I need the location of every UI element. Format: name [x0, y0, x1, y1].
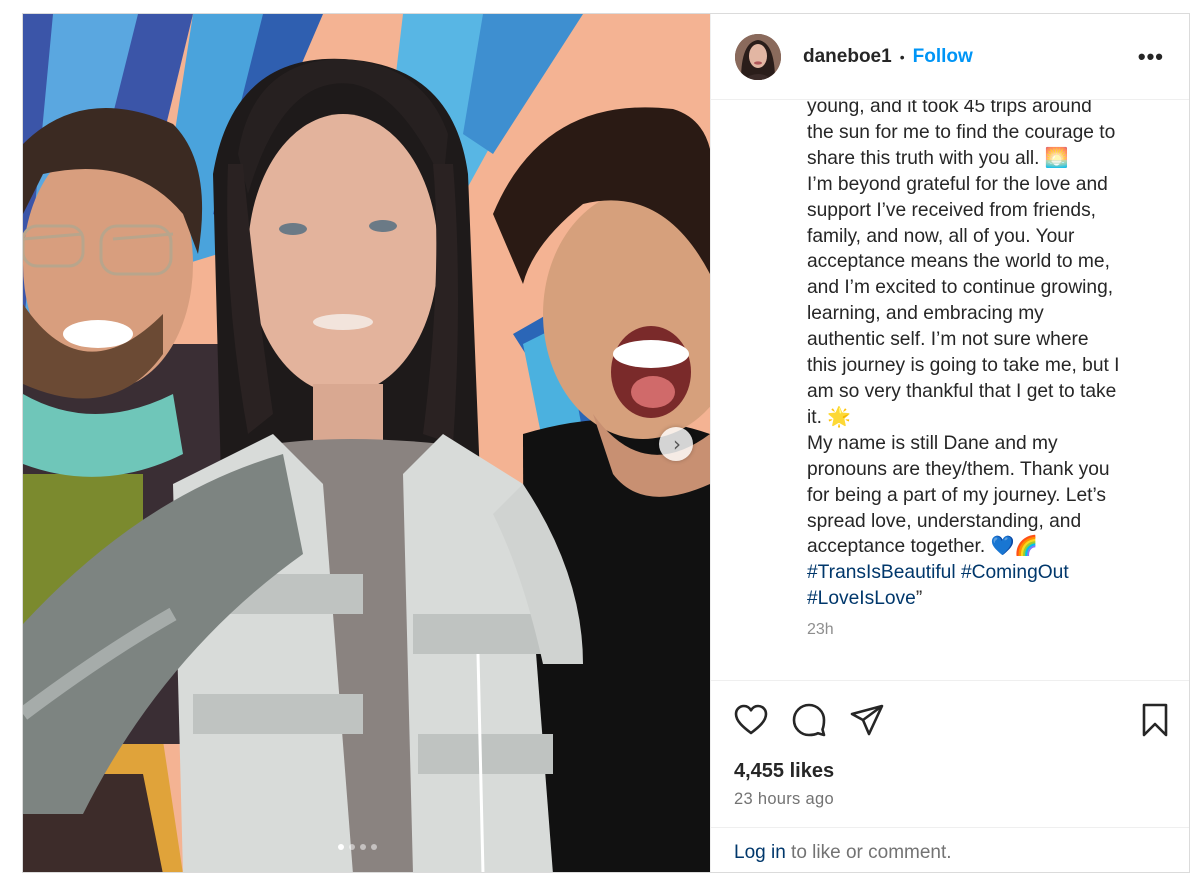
- carousel-dot: [338, 844, 344, 850]
- post-caption: young, and it took 45 trips around the s…: [807, 94, 1177, 612]
- instagram-post: › young, and it took 45 trips around the…: [22, 13, 1190, 873]
- selfie-image: [23, 14, 710, 872]
- save-button[interactable]: [1137, 702, 1173, 738]
- caption-line: pronouns are they/them. Thank you: [807, 458, 1110, 480]
- caption-line: I’m beyond grateful for the love and: [807, 173, 1108, 195]
- login-prompt-text: to like or comment.: [785, 842, 952, 863]
- speech-bubble-icon: [792, 703, 826, 737]
- carousel-dot: [349, 844, 355, 850]
- caption-line: My name is still Dane and my: [807, 432, 1058, 454]
- caption-end-quote: ”: [915, 588, 923, 610]
- username-link[interactable]: daneboe1: [803, 46, 892, 68]
- like-button[interactable]: [733, 702, 769, 738]
- post-side-panel: young, and it took 45 trips around the s…: [710, 14, 1189, 872]
- caption-line: for being a part of my journey. Let’s: [807, 484, 1106, 506]
- post-header: daneboe1 • Follow •••: [711, 14, 1189, 100]
- caption-line: am so very thankful that I get to take: [807, 380, 1117, 402]
- caption-line: support I’ve received from friends,: [807, 199, 1097, 221]
- caption-line: and I’m excited to continue growing,: [807, 277, 1114, 299]
- ellipsis-icon[interactable]: •••: [1138, 44, 1164, 70]
- caption-line: share this truth with you all. 🌅: [807, 147, 1069, 169]
- carousel-next-button[interactable]: ›: [659, 427, 693, 461]
- bookmark-icon: [1142, 703, 1168, 737]
- caption-line: the sun for me to find the courage to: [807, 121, 1116, 143]
- paper-plane-icon: [850, 704, 884, 736]
- chevron-right-icon: ›: [673, 432, 681, 456]
- carousel-dot: [360, 844, 366, 850]
- hashtag-line: #LoveIsLove”: [807, 586, 1177, 612]
- caption-line: spread love, understanding, and: [807, 510, 1082, 532]
- hashtag-link[interactable]: #ComingOut: [961, 562, 1069, 583]
- comment-button[interactable]: [791, 702, 827, 738]
- caption-line: learning, and embracing my: [807, 303, 1044, 325]
- caption-line: authentic self. I’m not sure where: [807, 329, 1089, 351]
- hashtag-link[interactable]: #TransIsBeautiful: [807, 562, 956, 583]
- post-timestamp: 23 hours ago: [734, 790, 834, 808]
- hashtag-line: #TransIsBeautiful #ComingOut: [807, 560, 1177, 586]
- divider: [711, 680, 1189, 681]
- separator-dot: •: [899, 48, 905, 65]
- caption-line: it. 🌟: [807, 406, 852, 428]
- caption-line: acceptance together. 💙🌈: [807, 536, 1039, 558]
- caption-line: family, and now, all of you. Your: [807, 225, 1075, 247]
- hashtag-link[interactable]: #LoveIsLove: [807, 588, 916, 609]
- share-button[interactable]: [849, 702, 885, 738]
- avatar[interactable]: [735, 33, 781, 80]
- likes-count[interactable]: 4,455 likes: [734, 760, 834, 783]
- heart-outline-icon: [734, 704, 768, 735]
- carousel-indicator: [338, 844, 377, 850]
- post-photo[interactable]: ›: [23, 14, 710, 872]
- caption-line: this journey is going to take me, but I: [807, 355, 1120, 377]
- caption-timestamp: 23h: [807, 621, 834, 638]
- divider: [711, 827, 1189, 828]
- carousel-dot: [371, 844, 377, 850]
- login-link[interactable]: Log in: [734, 842, 786, 863]
- caption-line: acceptance means the world to me,: [807, 251, 1110, 273]
- follow-button[interactable]: Follow: [913, 46, 973, 68]
- login-prompt: Log in to like or comment.: [734, 842, 952, 864]
- action-bar: [711, 702, 1189, 742]
